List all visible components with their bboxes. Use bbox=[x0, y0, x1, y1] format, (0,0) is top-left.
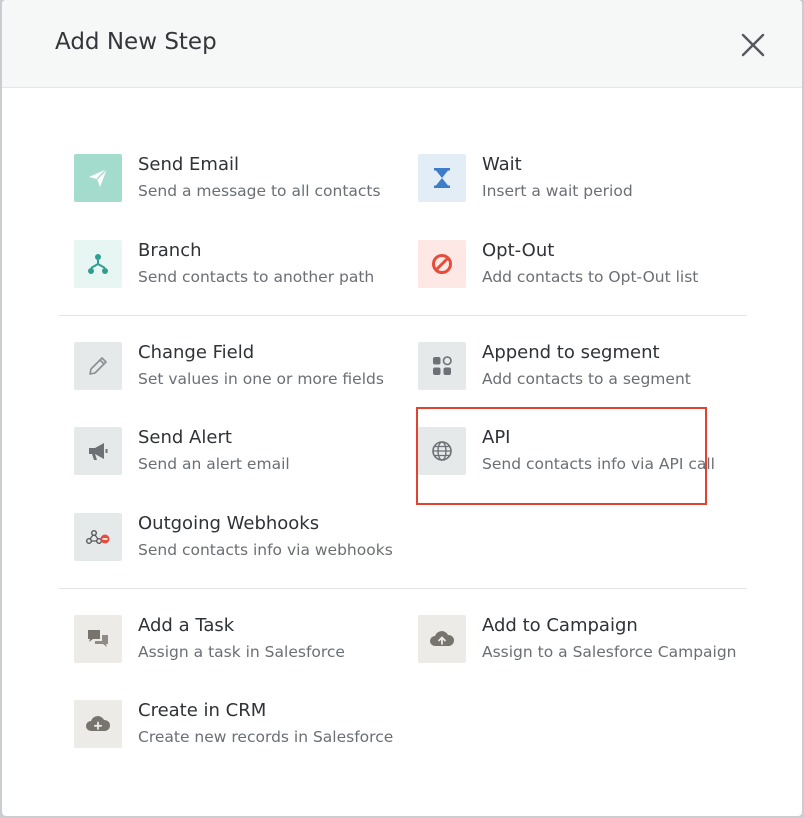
hourglass-icon bbox=[418, 154, 466, 202]
step-title: Send Email bbox=[138, 154, 239, 175]
close-icon[interactable] bbox=[738, 30, 768, 60]
ban-icon bbox=[418, 240, 466, 288]
cloud-upload-icon bbox=[418, 615, 466, 663]
step-title: Append to segment bbox=[482, 342, 660, 363]
modal-header: Add New Step bbox=[2, 0, 802, 88]
step-title: Add to Campaign bbox=[482, 615, 638, 636]
step-send-email[interactable]: Send Email Send a message to all contact… bbox=[74, 154, 404, 210]
highlight-box bbox=[416, 407, 707, 505]
megaphone-icon bbox=[74, 427, 122, 475]
step-wait[interactable]: Wait Insert a wait period bbox=[418, 154, 748, 210]
chat-bubbles-icon bbox=[74, 615, 122, 663]
step-description: Set values in one or more fields bbox=[138, 370, 384, 388]
step-title: Branch bbox=[138, 240, 202, 261]
add-new-step-modal: Add New Step Send Email Send a message t… bbox=[2, 0, 802, 816]
step-description: Insert a wait period bbox=[482, 182, 633, 200]
section-divider bbox=[59, 315, 747, 316]
step-title: Outgoing Webhooks bbox=[138, 513, 320, 534]
step-description: Send an alert email bbox=[138, 455, 290, 473]
step-change-field[interactable]: Change Field Set values in one or more f… bbox=[74, 342, 404, 398]
step-opt-out[interactable]: Opt-Out Add contacts to Opt-Out list bbox=[418, 240, 748, 296]
branch-icon bbox=[74, 240, 122, 288]
step-outgoing-webhooks[interactable]: Outgoing Webhooks Send contacts info via… bbox=[74, 513, 404, 569]
section-divider bbox=[59, 588, 747, 589]
step-title: Change Field bbox=[138, 342, 255, 363]
step-description: Assign to a Salesforce Campaign bbox=[482, 643, 737, 661]
step-send-alert[interactable]: Send Alert Send an alert email bbox=[74, 427, 404, 483]
step-title: Opt-Out bbox=[482, 240, 555, 261]
webhook-icon bbox=[74, 513, 122, 561]
step-description: Add contacts to a segment bbox=[482, 370, 691, 388]
pencil-icon bbox=[74, 342, 122, 390]
step-description: Add contacts to Opt-Out list bbox=[482, 268, 699, 286]
step-append-to-segment[interactable]: Append to segment Add contacts to a segm… bbox=[418, 342, 748, 398]
step-add-to-campaign[interactable]: Add to Campaign Assign to a Salesforce C… bbox=[418, 615, 748, 671]
step-description: Create new records in Salesforce bbox=[138, 728, 394, 746]
paper-plane-icon bbox=[74, 154, 122, 202]
step-description: Send a message to all contacts bbox=[138, 182, 381, 200]
segment-icon bbox=[418, 342, 466, 390]
step-create-in-crm[interactable]: Create in CRM Create new records in Sale… bbox=[74, 700, 404, 756]
step-branch[interactable]: Branch Send contacts to another path bbox=[74, 240, 404, 296]
step-title: Add a Task bbox=[138, 615, 235, 636]
step-title: Create in CRM bbox=[138, 700, 267, 721]
step-description: Send contacts info via webhooks bbox=[138, 541, 393, 559]
cloud-plus-icon bbox=[74, 700, 122, 748]
step-description: Send contacts to another path bbox=[138, 268, 375, 286]
step-title: Wait bbox=[482, 154, 522, 175]
step-description: Assign a task in Salesforce bbox=[138, 643, 345, 661]
modal-title: Add New Step bbox=[55, 29, 217, 55]
step-add-a-task[interactable]: Add a Task Assign a task in Salesforce bbox=[74, 615, 404, 671]
step-title: Send Alert bbox=[138, 427, 232, 448]
